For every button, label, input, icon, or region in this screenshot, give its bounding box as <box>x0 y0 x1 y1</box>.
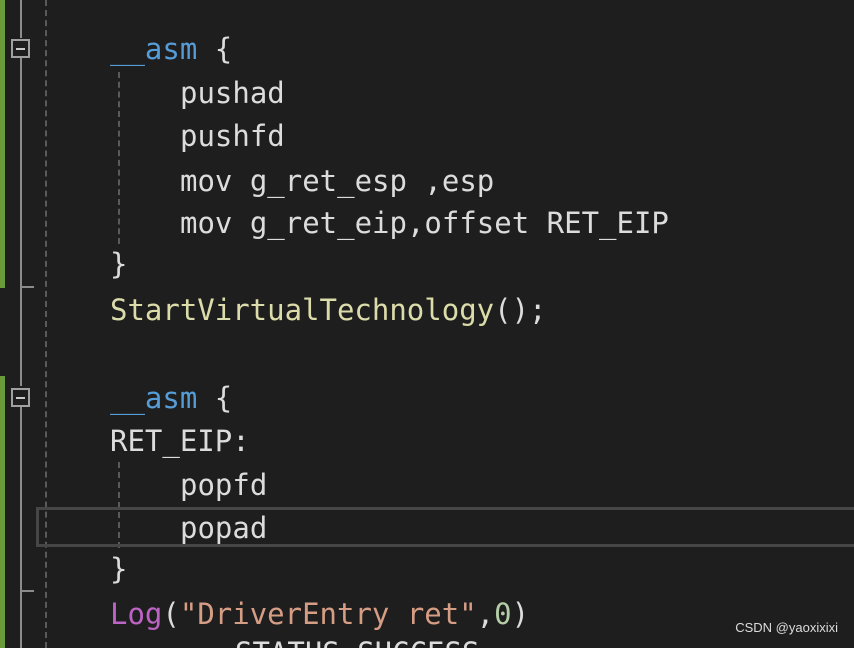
brace-close: } <box>110 247 128 281</box>
code-line-pushad[interactable]: pushad <box>110 72 285 114</box>
code-line-popad[interactable]: popad <box>110 507 267 549</box>
change-indicator-bar <box>0 0 5 288</box>
indent-guide <box>45 0 47 648</box>
code-line-asm2-open[interactable]: __asm { <box>110 377 232 419</box>
code-line-pushfd[interactable]: pushfd <box>110 115 285 157</box>
instruction-text: mov g_ret_esp ,esp <box>180 164 495 198</box>
instruction-text: popad <box>180 511 268 545</box>
paren-close: ) <box>511 597 530 631</box>
keyword-asm: __asm <box>110 381 198 415</box>
instruction-text: pushad <box>180 76 285 110</box>
instruction-text: popfd <box>180 468 268 502</box>
code-line-start-virtual[interactable]: StartVirtualTechnology(); <box>110 289 547 331</box>
instruction-text: mov g_ret_eip,offset RET_EIP <box>180 206 669 240</box>
brace-open: { <box>197 32 233 66</box>
watermark: CSDN @yaoxixixi <box>735 620 838 635</box>
code-line-mov-eip[interactable]: mov g_ret_eip,offset RET_EIP <box>110 202 669 244</box>
comma: , <box>476 597 495 631</box>
code-line-asm2-close[interactable]: } <box>110 548 127 590</box>
outline-end <box>20 590 34 592</box>
label-text: RET_EIP: <box>110 424 250 458</box>
outline-line <box>20 288 22 386</box>
change-indicator-bar <box>0 376 5 648</box>
collapse-icon[interactable] <box>11 39 30 58</box>
code-line-mov-esp[interactable]: mov g_ret_esp ,esp <box>110 160 494 202</box>
code-editor[interactable]: __asm { pushad pushfd mov g_ret_esp ,esp… <box>0 0 854 648</box>
outline-line <box>20 592 22 648</box>
number-literal: 0 <box>494 597 512 631</box>
brace-close: } <box>110 552 128 586</box>
code-line-asm-open[interactable]: __asm { <box>110 28 232 70</box>
code-line-popfd[interactable]: popfd <box>110 464 267 506</box>
code-line-label[interactable]: RET_EIP: <box>110 420 250 462</box>
outline-line <box>20 0 22 38</box>
code-line-log[interactable]: Log("DriverEntry ret",0) <box>110 593 529 635</box>
string-literal: "DriverEntry ret" <box>179 597 477 631</box>
outline-line <box>20 407 22 590</box>
outline-end <box>20 286 34 288</box>
brace-open: { <box>197 381 233 415</box>
code-line-asm-close[interactable]: } <box>110 243 127 285</box>
code-line-partial[interactable]: STATUS_SUCCESS <box>165 632 479 648</box>
instruction-text: pushfd <box>180 119 285 153</box>
partial-text: STATUS_SUCCESS <box>235 636 479 648</box>
paren-open: ( <box>162 597 180 631</box>
macro-name: Log <box>110 597 163 631</box>
keyword-asm: __asm <box>110 32 198 66</box>
call-parens: (); <box>494 293 547 327</box>
collapse-icon[interactable] <box>11 388 30 407</box>
function-name: StartVirtualTechnology <box>110 293 495 327</box>
outline-line <box>20 58 22 288</box>
